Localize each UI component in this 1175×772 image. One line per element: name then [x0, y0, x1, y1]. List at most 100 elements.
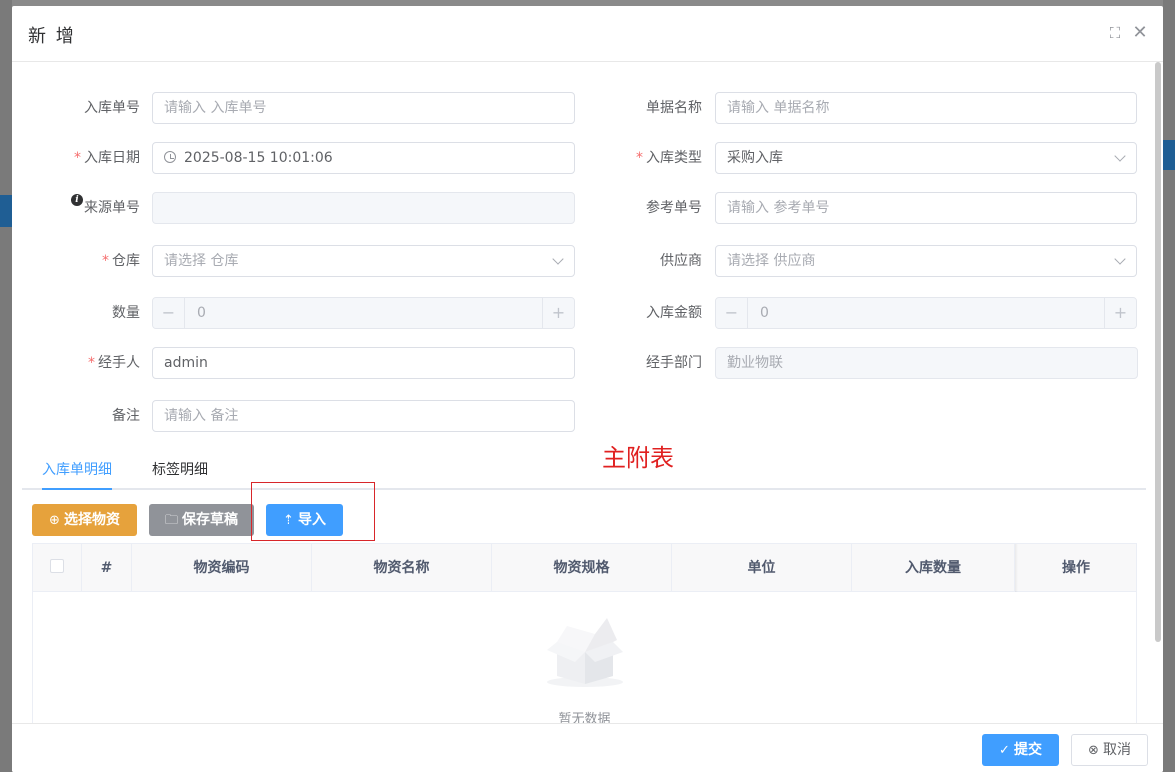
select-material-label: 选择物资: [63, 512, 120, 528]
column-inbound-qty: 入库数量: [852, 544, 1015, 592]
inbound-no-input[interactable]: 请输入 入库单号: [152, 92, 575, 124]
handler-dept-input: 勤业物联: [715, 347, 1138, 379]
dialog-body: 入库单号 请输入 入库单号 单据名称 请输入 单据名称 * 入库日期 2025-0…: [12, 62, 1163, 723]
maximize-icon[interactable]: ⛶: [1106, 24, 1124, 42]
chevron-down-icon: [552, 253, 564, 265]
cancel-label: 取消: [1102, 742, 1131, 758]
remark-input[interactable]: 请输入 备注: [152, 400, 575, 432]
plus-circle-icon: ⊕: [49, 513, 60, 528]
close-icon[interactable]: ✕: [1131, 24, 1149, 42]
warehouse-select[interactable]: 请选择 仓库: [152, 245, 575, 277]
chevron-down-icon: [1114, 253, 1126, 265]
supplier-select[interactable]: 请选择 供应商: [715, 245, 1137, 277]
info-icon[interactable]: i: [71, 194, 83, 206]
handler-input[interactable]: admin: [152, 347, 575, 379]
doc-name-input[interactable]: 请输入 单据名称: [715, 92, 1137, 124]
tab-inbound-detail[interactable]: 入库单明细: [42, 450, 112, 490]
remark-label: 备注: [112, 408, 140, 424]
inbound-date-label: 入库日期: [84, 150, 140, 166]
tab-tag-detail[interactable]: 标签明细: [152, 450, 208, 490]
quantity-value: 0: [197, 305, 206, 321]
select-all-cell: [33, 544, 82, 592]
select-all-checkbox[interactable]: [50, 559, 64, 573]
warehouse-label: 仓库: [112, 253, 140, 269]
table-header: # 物资编码 物资名称 物资规格 单位 入库数量 操作: [33, 544, 1136, 592]
inbound-date-label-wrap: * 入库日期: [32, 142, 140, 174]
folder-icon: 🗀: [164, 513, 178, 528]
dialog-header: 新 增 ⛶ ✕: [12, 6, 1163, 62]
column-material-spec: 物资规格: [492, 544, 672, 592]
background-button-edge-right: [1163, 140, 1175, 170]
ref-no-input[interactable]: 请输入 参考单号: [715, 192, 1137, 224]
inbound-type-label-wrap: * 入库类型: [594, 142, 702, 174]
column-material-code: 物资编码: [132, 544, 312, 592]
select-material-button[interactable]: ⊕ 选择物资: [32, 504, 137, 536]
supplier-placeholder: 请选择 供应商: [727, 253, 816, 269]
save-draft-label: 保存草稿: [182, 512, 238, 528]
background-left-edge: [0, 0, 12, 772]
fixed-column-shadow: [1015, 544, 1018, 592]
increment-button: +: [1104, 298, 1136, 328]
form-row-3: i 来源单号 参考单号 请输入 参考单号: [12, 192, 1163, 224]
submit-label: 提交: [1013, 742, 1042, 758]
dialog-scrollbar[interactable]: [1155, 62, 1161, 642]
inbound-type-label: 入库类型: [646, 150, 702, 166]
required-mark: *: [102, 253, 109, 269]
form-row-7: 备注 请输入 备注: [12, 400, 1163, 432]
warehouse-placeholder: 请选择 仓库: [164, 253, 239, 269]
form-row-5: 数量 − 0 + 入库金额 − 0 +: [12, 297, 1163, 329]
form-row-6: * 经手人 admin 经手部门 勤业物联: [12, 347, 1163, 379]
background-button-edge: [0, 195, 12, 227]
inbound-date-picker[interactable]: 2025-08-15 10:01:06: [152, 142, 575, 174]
quantity-label: 数量: [112, 305, 140, 321]
active-tab-indicator: [42, 488, 112, 490]
doc-name-label: 单据名称: [646, 100, 702, 116]
handler-label-wrap: * 经手人: [32, 347, 140, 379]
quantity-stepper: − 0 +: [152, 297, 575, 329]
detail-tabs: 入库单明细 标签明细: [22, 450, 1146, 490]
inbound-type-value: 采购入库: [727, 150, 783, 166]
form-row-4: * 仓库 请选择 仓库 供应商 请选择 供应商: [12, 245, 1163, 277]
ref-no-label: 参考单号: [646, 200, 702, 216]
inbound-no-label: 入库单号: [84, 100, 140, 116]
required-mark: *: [88, 355, 95, 371]
close-circle-icon: ⊗: [1088, 743, 1099, 758]
submit-button[interactable]: ✓ 提交: [982, 734, 1059, 766]
amount-stepper: − 0 +: [715, 297, 1137, 329]
decrement-button: −: [153, 298, 185, 328]
form-row-2: * 入库日期 2025-08-15 10:01:06 * 入库类型 采购入库: [12, 142, 1163, 174]
inbound-type-select[interactable]: 采购入库: [715, 142, 1137, 174]
dialog-footer: ✓ 提交 ⊗ 取消: [12, 723, 1163, 772]
form-row-1: 入库单号 请输入 入库单号 单据名称 请输入 单据名称: [12, 92, 1163, 124]
save-draft-button[interactable]: 🗀 保存草稿: [149, 504, 254, 536]
handler-label: 经手人: [98, 355, 140, 371]
column-actions: 操作: [1062, 560, 1090, 576]
inbound-date-value: 2025-08-15 10:01:06: [184, 150, 333, 166]
add-dialog: 新 增 ⛶ ✕ 入库单号 请输入 入库单号 单据名称 请输入 单据名称 * 入库日…: [12, 6, 1163, 772]
check-icon: ✓: [999, 743, 1010, 758]
required-mark: *: [636, 150, 643, 166]
source-no-label-wrap: i 来源单号: [32, 192, 140, 224]
clock-icon: [164, 151, 176, 163]
amount-label: 入库金额: [646, 305, 702, 321]
required-mark: *: [74, 150, 81, 166]
detail-table: # 物资编码 物资名称 物资规格 单位 入库数量 操作 暂无数据: [32, 543, 1137, 723]
supplier-label: 供应商: [660, 253, 702, 269]
decrement-button: −: [716, 298, 748, 328]
warehouse-label-wrap: * 仓库: [32, 245, 140, 277]
cancel-button[interactable]: ⊗ 取消: [1071, 734, 1148, 766]
empty-text: 暂无数据: [558, 712, 611, 723]
chevron-down-icon: [1114, 150, 1126, 162]
source-no-label: 来源单号: [84, 200, 140, 216]
handler-dept-label: 经手部门: [646, 355, 702, 371]
empty-box-icon: [547, 618, 623, 687]
column-unit: 单位: [672, 544, 852, 592]
annotation-highlight-box: [251, 482, 375, 541]
increment-button: +: [542, 298, 574, 328]
dialog-title: 新 增: [28, 26, 76, 47]
amount-value: 0: [760, 305, 769, 321]
background-right-edge: [1163, 0, 1175, 772]
column-index: #: [82, 544, 132, 592]
column-material-name: 物资名称: [312, 544, 492, 592]
source-no-input: [152, 192, 575, 224]
